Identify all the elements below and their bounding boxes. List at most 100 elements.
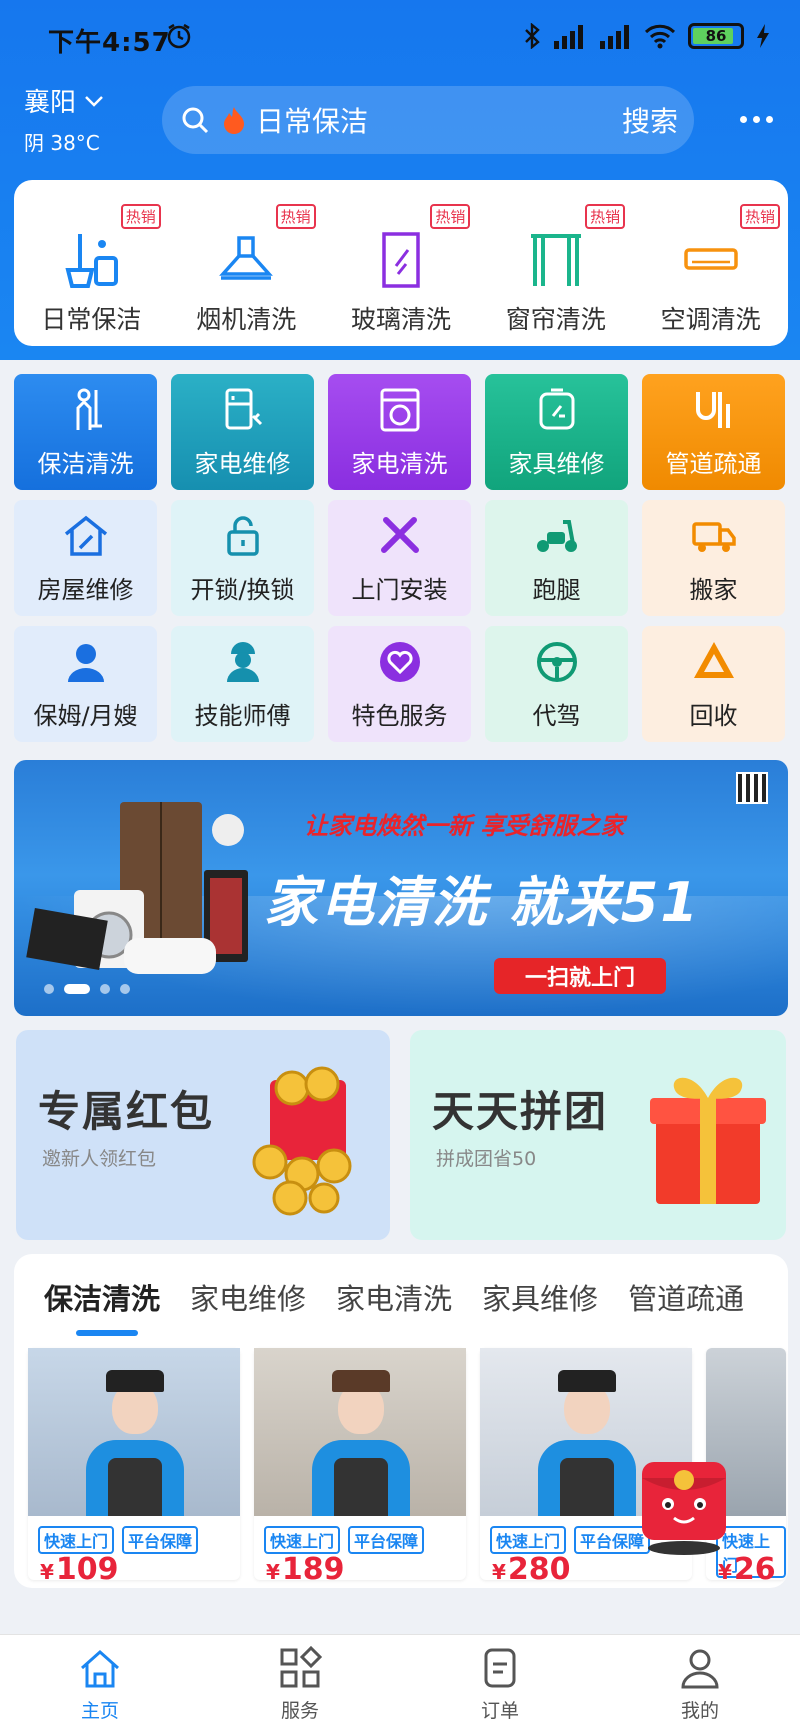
hot-badge: 热销 — [739, 204, 780, 229]
range-hood-icon — [219, 236, 274, 280]
product-card[interactable]: 快速上门 平台保障 ¥109 — [28, 1348, 240, 1587]
nav-home[interactable]: 主页 — [0, 1635, 200, 1734]
product-image — [28, 1348, 240, 1516]
category-label: 家电清洗 — [351, 449, 448, 478]
quick-item-label: 空调清洗 — [660, 305, 761, 334]
banner-cta-button[interactable]: 一扫就上门 — [494, 958, 666, 994]
tab-furniture-repair[interactable]: 家具维修 — [482, 1276, 598, 1318]
pipe-icon — [695, 391, 730, 428]
lock-icon — [226, 515, 259, 556]
city-name: 襄阳 — [24, 88, 77, 118]
floating-red-packet-icon[interactable] — [636, 1452, 732, 1556]
order-icon — [484, 1648, 516, 1688]
tab-appliance-cleaning[interactable]: 家电清洗 — [336, 1276, 452, 1318]
truck-icon — [691, 521, 736, 552]
qr-code-icon — [736, 772, 768, 804]
category-errand[interactable]: 跑腿 — [485, 500, 628, 616]
category-pipe-unclog[interactable]: 管道疏通 — [642, 374, 785, 490]
category-furniture-repair[interactable]: 家具维修 — [485, 374, 628, 490]
hot-badge: 热销 — [430, 204, 471, 229]
product-price: ¥26 — [718, 1552, 776, 1580]
tab-cleaning[interactable]: 保洁清洗 — [44, 1276, 160, 1336]
product-image — [254, 1348, 466, 1516]
promo-red-packet[interactable]: 专属红包 邀新人领红包 — [16, 1030, 390, 1240]
category-house-repair[interactable]: 房屋维修 — [14, 500, 157, 616]
heart-icon — [379, 641, 420, 682]
hot-badge: 热销 — [585, 204, 626, 229]
search-button[interactable]: 搜索 — [622, 100, 678, 140]
product-price: ¥280 — [492, 1552, 571, 1587]
charging-icon — [757, 24, 769, 48]
quick-item-label: 烟机清洗 — [196, 305, 297, 334]
promo-group-buy[interactable]: 天天拼团 拼成团省50 — [410, 1030, 786, 1240]
quick-item-air-conditioner[interactable]: 热销 空调清洗 — [633, 180, 788, 346]
worker-icon — [226, 641, 259, 682]
category-label: 跑腿 — [532, 575, 581, 604]
quick-item-curtain[interactable]: 热销 窗帘清洗 — [478, 180, 633, 346]
quick-item-daily-cleaning[interactable]: 热销 日常保洁 — [14, 180, 169, 346]
home-icon — [81, 1649, 119, 1688]
category-installation[interactable]: 上门安装 — [328, 500, 471, 616]
hot-badge: 热销 — [275, 204, 316, 229]
tab-appliance-repair[interactable]: 家电维修 — [190, 1276, 306, 1318]
category-label: 房屋维修 — [37, 575, 134, 604]
nav-orders[interactable]: 订单 — [400, 1635, 600, 1734]
category-recycle[interactable]: 回收 — [642, 626, 785, 742]
scooter-icon — [536, 519, 577, 552]
carousel-dots — [44, 984, 130, 994]
banner-slogan: 让家电焕然一新 享受舒服之家 — [304, 812, 625, 840]
fridge-repair-icon — [225, 388, 262, 429]
category-appliance-repair[interactable]: 家电维修 — [171, 374, 314, 490]
tools-icon — [380, 516, 419, 553]
category-cleaning[interactable]: 保洁清洗 — [14, 374, 157, 490]
category-label: 家电维修 — [194, 449, 291, 478]
quick-item-label: 日常保洁 — [41, 305, 142, 334]
alarm-icon — [167, 23, 191, 49]
quick-item-glass[interactable]: 热销 玻璃清洗 — [324, 180, 479, 346]
category-moving[interactable]: 搬家 — [642, 500, 785, 616]
search-input[interactable]: 日常保洁 — [256, 100, 622, 140]
profile-icon — [681, 1649, 719, 1689]
quick-item-range-hood[interactable]: 热销 烟机清洗 — [169, 180, 324, 346]
category-nanny[interactable]: 保姆/月嫂 — [14, 626, 157, 742]
promo-subtitle: 邀新人领红包 — [42, 1148, 157, 1170]
tab-pipe-unclog[interactable]: 管道疏通 — [628, 1276, 744, 1318]
wifi-icon — [644, 24, 676, 49]
signal-icon — [600, 25, 629, 49]
tag-fast-arrival: 快速上门 — [38, 1526, 115, 1554]
category-label: 技能师傅 — [194, 701, 291, 730]
location-selector[interactable]: 襄阳 阴 38°C — [24, 82, 104, 156]
status-time: 下午4:57 — [48, 28, 171, 58]
signal-icon — [554, 25, 583, 49]
search-icon — [182, 107, 209, 134]
nav-profile[interactable]: 我的 — [600, 1635, 800, 1734]
category-label: 代驾 — [532, 701, 581, 730]
nav-services[interactable]: 服务 — [200, 1635, 400, 1734]
recycle-icon — [693, 641, 734, 678]
status-indicators: 86 — [524, 20, 770, 52]
category-label: 管道疏通 — [665, 449, 762, 478]
promo-title: 专属红包 — [38, 1087, 215, 1136]
promo-banner[interactable]: 让家电焕然一新 享受舒服之家 家电清洗 就来51 一扫就上门 — [14, 760, 788, 1016]
category-label: 保姆/月嫂 — [33, 701, 138, 730]
battery-indicator: 86 — [688, 23, 744, 49]
search-bar[interactable]: 日常保洁 搜索 — [162, 86, 694, 154]
category-lock[interactable]: 开锁/换锁 — [171, 500, 314, 616]
weather-text: 阴 38°C — [24, 131, 100, 155]
product-card[interactable]: 快速上门 平台保障 ¥189 — [254, 1348, 466, 1587]
bottom-navigation: 主页 服务 订单 我的 — [0, 1634, 800, 1734]
category-special-service[interactable]: 特色服务 — [328, 626, 471, 742]
more-menu-icon[interactable] — [740, 104, 784, 134]
red-packet-coins-icon — [252, 1066, 352, 1216]
tag-platform-guarantee: 平台保障 — [348, 1526, 425, 1554]
category-appliance-cleaning[interactable]: 家电清洗 — [328, 374, 471, 490]
category-label: 家具维修 — [508, 449, 605, 478]
category-designated-driver[interactable]: 代驾 — [485, 626, 628, 742]
mop-bucket-icon — [65, 234, 119, 288]
curtain-icon — [530, 234, 581, 286]
category-label: 特色服务 — [351, 701, 448, 730]
chevron-down-icon — [85, 95, 103, 107]
category-skilled-worker[interactable]: 技能师傅 — [171, 626, 314, 742]
nav-label: 主页 — [80, 1700, 119, 1722]
quick-item-label: 窗帘清洗 — [505, 305, 606, 334]
